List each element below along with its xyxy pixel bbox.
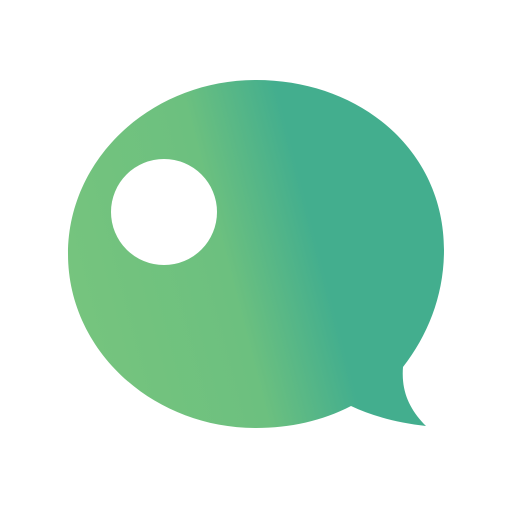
bubble-eye-dot: [111, 159, 217, 265]
chat-bubble-logo: [68, 80, 444, 428]
app-logo-canvas: [0, 0, 512, 512]
chat-bubble-icon: [68, 80, 444, 428]
